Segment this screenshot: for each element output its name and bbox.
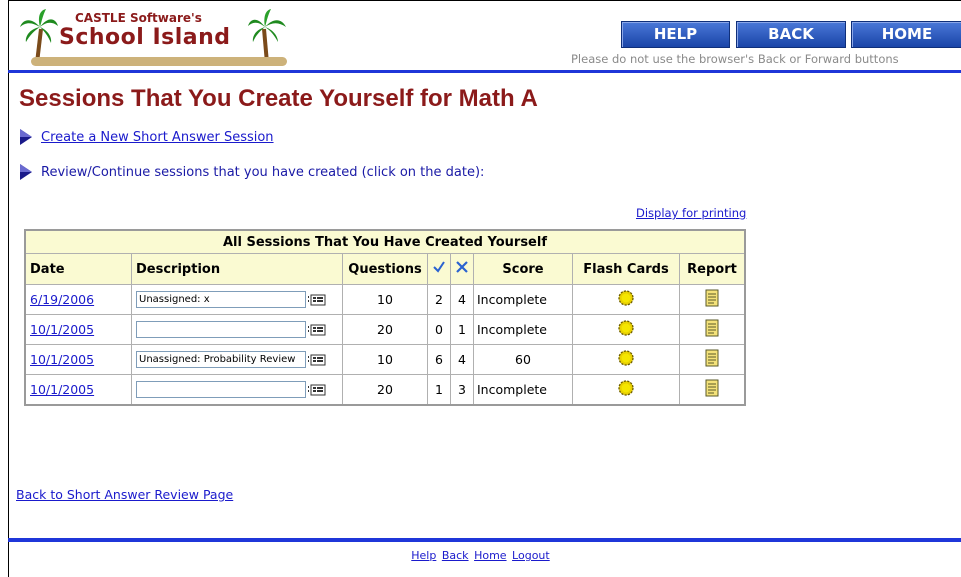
- correct-count: 2: [427, 284, 451, 315]
- logo-name-text: School Island: [59, 25, 231, 50]
- back-to-review-link[interactable]: Back to Short Answer Review Page: [16, 487, 233, 502]
- logo-company-text: CASTLE Software's: [75, 11, 202, 25]
- back-button[interactable]: BACK: [736, 21, 846, 48]
- table-caption: All Sessions That You Have Created Yours…: [24, 229, 746, 254]
- description-field[interactable]: [136, 381, 306, 398]
- header-questions: Questions: [342, 253, 428, 285]
- report-document-icon[interactable]: [705, 379, 719, 397]
- sessions-table: All Sessions That You Have Created Yours…: [24, 229, 746, 406]
- report-document-icon[interactable]: [705, 289, 719, 307]
- score-value: 60: [473, 344, 573, 375]
- footer-home-link[interactable]: Home: [474, 549, 506, 562]
- session-date-link[interactable]: 10/1/2005: [30, 322, 94, 337]
- header-date: Date: [24, 253, 132, 285]
- questions-count: 20: [342, 374, 428, 406]
- footer-links: Help Back Home Logout: [0, 549, 961, 562]
- wrong-count: 1: [450, 314, 474, 345]
- home-button[interactable]: HOME: [851, 21, 961, 48]
- table-row: 10/1/2005 Unassigned: Probability Review…: [24, 344, 746, 375]
- frame-top-border: [8, 0, 961, 1]
- description-field[interactable]: [136, 321, 306, 338]
- edit-description-icon[interactable]: [308, 384, 326, 396]
- header-divider: [8, 70, 961, 73]
- header-correct: [427, 253, 451, 285]
- score-value: Incomplete: [473, 314, 573, 345]
- footer-help-link[interactable]: Help: [411, 549, 436, 562]
- flash-cards-sun-icon[interactable]: [617, 319, 635, 337]
- table-row: 10/1/2005 20 0 1 Incomplete: [24, 314, 746, 345]
- score-value: Incomplete: [473, 284, 573, 315]
- description-field[interactable]: Unassigned: x: [136, 291, 306, 308]
- header-flash-cards: Flash Cards: [572, 253, 680, 285]
- frame-left-border: [8, 0, 9, 577]
- score-value: Incomplete: [473, 374, 573, 406]
- correct-count: 0: [427, 314, 451, 345]
- create-session-row: Create a New Short Answer Session: [19, 128, 274, 146]
- footer-logout-link[interactable]: Logout: [512, 549, 550, 562]
- page-title: Sessions That You Create Yourself for Ma…: [19, 85, 538, 112]
- arrow-right-icon: [20, 129, 32, 145]
- wrong-count: 3: [450, 374, 474, 406]
- edit-description-icon[interactable]: [308, 324, 326, 336]
- report-document-icon[interactable]: [705, 319, 719, 337]
- header-wrong: [450, 253, 474, 285]
- footer-back-link[interactable]: Back: [442, 549, 469, 562]
- questions-count: 10: [342, 284, 428, 315]
- session-date-link[interactable]: 10/1/2005: [30, 382, 94, 397]
- session-date-link[interactable]: 6/19/2006: [30, 292, 94, 307]
- review-sessions-row: Review/Continue sessions that you have c…: [19, 163, 484, 181]
- flash-cards-sun-icon[interactable]: [617, 289, 635, 307]
- flash-cards-sun-icon[interactable]: [617, 379, 635, 397]
- description-field[interactable]: Unassigned: Probability Review: [136, 351, 306, 368]
- school-island-logo: CASTLE Software's School Island: [19, 7, 289, 67]
- questions-count: 10: [342, 344, 428, 375]
- review-instructions: Review/Continue sessions that you have c…: [41, 164, 485, 180]
- flash-cards-sun-icon[interactable]: [617, 349, 635, 367]
- wrong-count: 4: [450, 344, 474, 375]
- header-report: Report: [679, 253, 746, 285]
- header-score: Score: [473, 253, 573, 285]
- x-mark-icon: [456, 261, 468, 273]
- wrong-count: 4: [450, 284, 474, 315]
- logo-island-sand: [31, 57, 287, 66]
- navigation-notice: Please do not use the browser's Back or …: [571, 52, 899, 66]
- correct-count: 1: [427, 374, 451, 406]
- arrow-right-icon: [20, 164, 32, 180]
- table-row: 6/19/2006 Unassigned: x 10 2 4 Incomplet…: [24, 284, 746, 315]
- edit-description-icon[interactable]: [308, 354, 326, 366]
- session-date-link[interactable]: 10/1/2005: [30, 352, 94, 367]
- correct-count: 6: [427, 344, 451, 375]
- table-row: 10/1/2005 20 1 3 Incomplete: [24, 374, 746, 406]
- help-button[interactable]: HELP: [621, 21, 730, 48]
- report-document-icon[interactable]: [705, 349, 719, 367]
- display-for-printing-link[interactable]: Display for printing: [636, 206, 746, 220]
- edit-description-icon[interactable]: [308, 294, 326, 306]
- create-session-link[interactable]: Create a New Short Answer Session: [41, 130, 274, 145]
- footer-divider: [8, 538, 961, 542]
- header-description: Description: [131, 253, 343, 285]
- questions-count: 20: [342, 314, 428, 345]
- checkmark-icon: [433, 261, 445, 273]
